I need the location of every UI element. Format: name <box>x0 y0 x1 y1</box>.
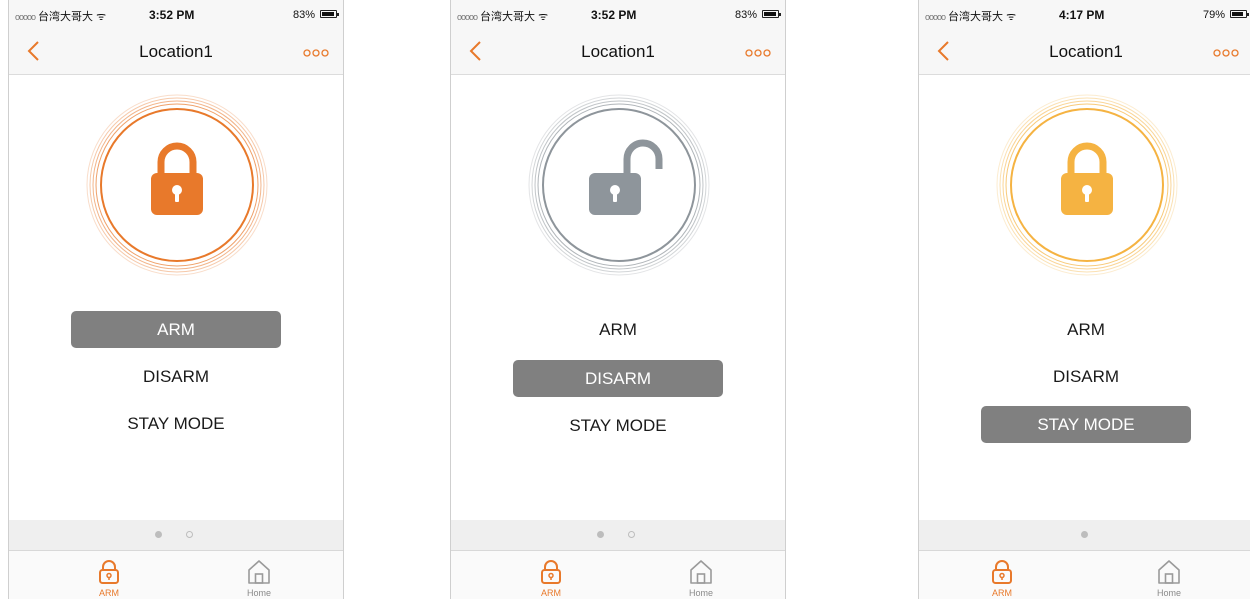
tab-arm-label: ARM <box>992 588 1012 598</box>
tab-home[interactable]: Home <box>1124 551 1214 599</box>
status-time: 3:52 PM <box>149 8 195 22</box>
tab-bar: ARM Home <box>919 551 1250 599</box>
status-bar: ooooo 台湾大哥大 ᯤ 4:17 PM 79% <box>919 0 1250 28</box>
unlocked-padlock-icon[interactable] <box>527 93 711 277</box>
carrier-name: 台湾大哥大 <box>38 11 94 23</box>
more-dots-icon[interactable] <box>303 48 329 58</box>
arm-option[interactable]: ARM <box>981 311 1191 348</box>
battery-percent: 83% <box>734 9 757 21</box>
page-dot-active[interactable] <box>155 531 162 538</box>
tab-bar: ARM Home <box>9 551 343 599</box>
status-bar: ooooo 台湾大哥大 ᯤ 3:52 PM 83% <box>451 0 785 28</box>
carrier-name: 台湾大哥大 <box>948 11 1004 23</box>
battery-icon <box>320 10 339 18</box>
locked-padlock-icon[interactable] <box>85 93 269 277</box>
signal-strength: ooooo <box>925 12 946 22</box>
carrier: ooooo 台湾大哥大 ᯤ <box>15 8 106 24</box>
phone-screen-arm: ooooo 台湾大哥大 ᯤ 3:52 PM 83% Location1 ARM D… <box>8 0 344 599</box>
carrier: ooooo 台湾大哥大 ᯤ <box>457 8 548 24</box>
battery-icon <box>762 10 781 18</box>
battery-icon <box>1230 10 1249 18</box>
tab-home-label: Home <box>688 588 713 598</box>
tab-home-label: Home <box>246 588 271 598</box>
battery-percent: 83% <box>292 9 315 21</box>
disarm-option[interactable]: DISARM <box>513 360 723 397</box>
carrier: ooooo 台湾大哥大 ᯤ <box>925 8 1016 24</box>
tab-arm-label: ARM <box>541 588 561 598</box>
tab-arm[interactable]: ARM <box>506 551 596 599</box>
arm-option[interactable]: ARM <box>71 311 281 348</box>
carrier-name: 台湾大哥大 <box>480 11 536 23</box>
main-content: ARM DISARM STAY MODE <box>9 75 343 520</box>
page-dot[interactable] <box>186 531 193 538</box>
wifi-icon: ᯤ <box>538 11 549 23</box>
lock-icon <box>99 560 119 584</box>
arm-option[interactable]: ARM <box>513 311 723 348</box>
page-title: Location1 <box>1049 42 1123 61</box>
wifi-icon: ᯤ <box>96 11 107 23</box>
main-content: ARM DISARM STAY MODE <box>451 75 785 520</box>
tab-bar: ARM Home <box>451 551 785 599</box>
lock-icon <box>541 560 561 584</box>
page-dot-active[interactable] <box>597 531 604 538</box>
tab-arm[interactable]: ARM <box>64 551 154 599</box>
tab-home[interactable]: Home <box>214 551 304 599</box>
home-icon <box>1158 560 1180 584</box>
page-dot-active[interactable] <box>1081 531 1088 538</box>
page-indicator <box>451 520 785 551</box>
battery-percent: 79% <box>1202 9 1225 21</box>
status-time: 4:17 PM <box>1059 8 1105 22</box>
lock-icon <box>992 560 1012 584</box>
phone-screen-disarm: ooooo 台湾大哥大 ᯤ 3:52 PM 83% Location1 ARM D… <box>450 0 786 599</box>
page-indicator <box>919 520 1250 551</box>
stay-mode-option[interactable]: STAY MODE <box>513 407 723 444</box>
disarm-option[interactable]: DISARM <box>981 358 1191 395</box>
tab-arm-label: ARM <box>99 588 119 598</box>
page-title: Location1 <box>139 42 213 61</box>
stay-mode-option[interactable]: STAY MODE <box>71 405 281 442</box>
status-time: 3:52 PM <box>591 8 637 22</box>
page-dot[interactable] <box>628 531 635 538</box>
tab-arm[interactable]: ARM <box>957 551 1047 599</box>
page-title: Location1 <box>581 42 655 61</box>
status-bar: ooooo 台湾大哥大 ᯤ 3:52 PM 83% <box>9 0 343 28</box>
main-content: ARM DISARM STAY MODE <box>919 75 1250 520</box>
phone-screen-stay-mode: ooooo 台湾大哥大 ᯤ 4:17 PM 79% Location1 ARM D… <box>918 0 1250 599</box>
nav-bar: Location1 <box>919 28 1250 75</box>
home-icon <box>690 560 712 584</box>
nav-bar: Location1 <box>451 28 785 75</box>
nav-bar: Location1 <box>9 28 343 75</box>
signal-strength: ooooo <box>15 12 36 22</box>
more-dots-icon[interactable] <box>1213 48 1239 58</box>
page-indicator <box>9 520 343 551</box>
stay-mode-option[interactable]: STAY MODE <box>981 406 1191 443</box>
disarm-option[interactable]: DISARM <box>71 358 281 395</box>
signal-strength: ooooo <box>457 12 478 22</box>
tab-home-label: Home <box>1156 588 1181 598</box>
locked-padlock-icon[interactable] <box>995 93 1179 277</box>
wifi-icon: ᯤ <box>1006 11 1017 23</box>
tab-home[interactable]: Home <box>656 551 746 599</box>
more-dots-icon[interactable] <box>745 48 771 58</box>
home-icon <box>248 560 270 584</box>
